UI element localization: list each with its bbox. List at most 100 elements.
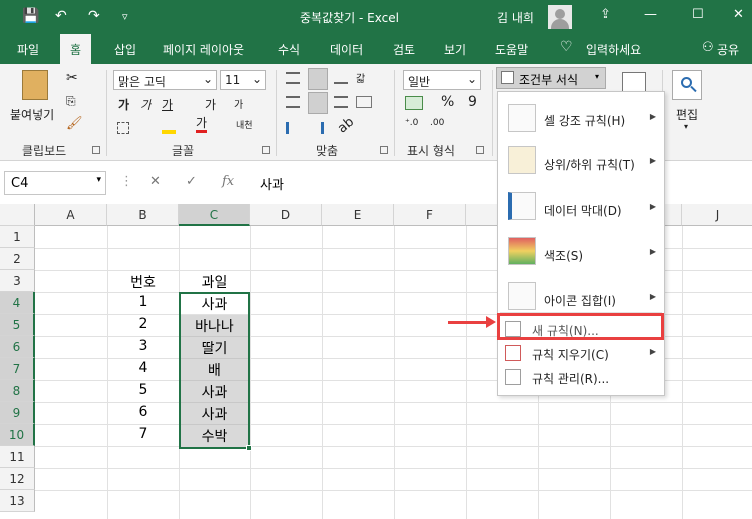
cell-b4[interactable]: 1 [107,292,179,314]
chevron-down-icon[interactable]: ▾ [684,122,688,131]
undo-icon[interactable]: ↶ [55,8,67,24]
fill-handle[interactable] [246,445,252,451]
italic-button[interactable]: 가 [140,96,151,113]
tab-data[interactable]: 데이터 [330,41,363,58]
row-header[interactable]: 5 [0,314,35,336]
save-icon[interactable]: 💾 [22,8,39,24]
menu-item-clear-rules[interactable]: 규칙 지우기(C) ▶ [498,342,664,364]
percent-button[interactable]: % [441,94,454,110]
bottom-align-icon[interactable] [334,72,348,84]
align-center-icon[interactable] [308,92,328,114]
column-header-e[interactable]: E [322,204,394,226]
cut-icon[interactable]: ✂ [66,70,78,86]
cell-b8[interactable]: 5 [107,380,179,402]
paste-button[interactable]: 붙여넣기 [10,106,54,123]
conditional-formatting-button[interactable]: 조건부 서식 ▾ [496,67,606,89]
insert-function-icon[interactable]: fx [222,174,234,189]
tab-home[interactable]: 홈 [60,34,92,64]
tab-help[interactable]: 도움말 [495,41,528,58]
increase-font-button[interactable]: 가 [205,96,216,113]
cell-b7[interactable]: 4 [107,358,179,380]
tell-me-box[interactable]: 입력하세요 [586,41,641,58]
number-format-select[interactable]: 일반 ⌄ [403,70,481,90]
share-icon[interactable]: ⚇ [702,40,714,55]
close-icon[interactable]: ✕ [733,7,744,22]
comma-button[interactable]: 9 [468,94,477,110]
cell-b10[interactable]: 7 [107,424,179,446]
accounting-format-icon[interactable] [405,96,423,110]
customize-quick-access-icon[interactable]: ▿ [122,10,128,23]
minimize-icon[interactable]: — [644,7,657,22]
tab-page-layout[interactable]: 페이지 레이아웃 [163,41,244,58]
maximize-icon[interactable]: ☐ [692,7,704,22]
font-size-select[interactable]: 11 ⌄ [220,70,266,90]
row-header[interactable]: 8 [0,380,35,402]
tab-insert[interactable]: 삽입 [114,41,136,58]
font-launcher-icon[interactable] [262,146,270,154]
name-box[interactable]: C4 ▾ [4,171,106,195]
font-color-button[interactable]: 가 [196,116,208,133]
tab-view[interactable]: 보기 [444,41,466,58]
middle-align-icon[interactable] [308,68,328,90]
row-header[interactable]: 4 [0,292,35,314]
menu-item-manage-rules[interactable]: 규칙 관리(R)... [498,366,664,388]
decrease-indent-icon[interactable] [286,122,300,134]
editing-button[interactable]: 편집 [676,106,698,123]
enter-icon[interactable]: ✓ [186,174,197,189]
menu-item-data-bars[interactable]: 데이터 막대(D) ▶ [498,190,664,226]
ribbon-display-options-icon[interactable]: ⇪ [600,7,611,22]
underline-button[interactable]: 가 [162,96,173,113]
menu-item-icon-sets[interactable]: 아이콘 집합(I) ▶ [498,280,664,316]
increase-decimal-icon[interactable]: ⁺.0 [405,118,418,128]
row-header[interactable]: 1 [0,226,35,248]
search-icon[interactable] [672,70,702,100]
menu-item-highlight-cells-rules[interactable]: 셀 강조 규칙(H) ▶ [498,100,664,136]
tab-review[interactable]: 검토 [393,41,415,58]
format-painter-icon[interactable]: 🖌 [66,116,83,131]
align-right-icon[interactable] [334,96,348,108]
row-header[interactable]: 12 [0,468,35,490]
column-header-f[interactable]: F [394,204,466,226]
column-header-b[interactable]: B [107,204,179,226]
paste-icon[interactable] [22,70,48,100]
row-header[interactable]: 2 [0,248,35,270]
row-header[interactable]: 3 [0,270,35,292]
row-header[interactable]: 7 [0,358,35,380]
column-header-c[interactable]: C [179,204,250,226]
alignment-launcher-icon[interactable] [380,146,388,154]
cell-c3[interactable]: 과일 [179,270,250,292]
cancel-icon[interactable]: ✕ [150,174,161,189]
row-header[interactable]: 13 [0,490,35,512]
cell-b5[interactable]: 2 [107,314,179,336]
row-header[interactable]: 9 [0,402,35,424]
align-left-icon[interactable] [286,96,300,108]
row-header[interactable]: 11 [0,446,35,468]
cell-b6[interactable]: 3 [107,336,179,358]
merge-center-icon[interactable] [356,96,372,108]
row-header[interactable]: 6 [0,336,35,358]
phonetic-guide-button[interactable]: 내천 [236,118,253,131]
user-name[interactable]: 김 내희 [497,9,534,26]
row-header[interactable]: 10 [0,424,35,446]
formula-input[interactable]: 사과 [260,174,284,193]
borders-icon[interactable] [117,122,129,134]
decrease-font-button[interactable]: 가 [234,96,243,111]
fill-color-icon[interactable] [162,120,176,134]
lightbulb-icon[interactable]: ♡ [560,39,573,55]
redo-icon[interactable]: ↷ [88,8,100,24]
clipboard-launcher-icon[interactable] [92,146,100,154]
cell-b9[interactable]: 6 [107,402,179,424]
column-header-a[interactable]: A [35,204,107,226]
increase-indent-icon[interactable] [310,122,324,134]
avatar[interactable] [548,5,572,29]
select-all-corner[interactable] [0,204,35,226]
decrease-decimal-icon[interactable]: .00 [430,118,444,128]
font-name-select[interactable]: 맑은 고딕 ⌄ [113,70,217,90]
column-header-d[interactable]: D [250,204,322,226]
top-align-icon[interactable] [286,72,300,84]
wrap-text-button[interactable]: 갋 [356,70,365,85]
cell-b3[interactable]: 번호 [107,270,179,292]
column-header-j[interactable]: J [682,204,752,226]
menu-item-top-bottom-rules[interactable]: 상위/하위 규칙(T) ▶ [498,144,664,180]
tab-file[interactable]: 파일 [17,41,39,58]
